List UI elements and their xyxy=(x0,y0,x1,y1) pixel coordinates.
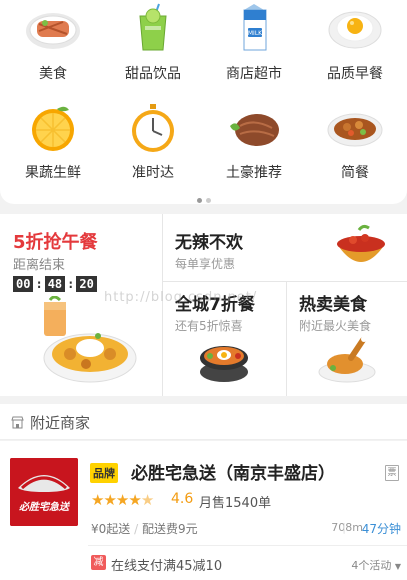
caret-down-icon: ▼ xyxy=(394,562,401,571)
page-dot xyxy=(205,198,211,203)
delivery-fee: 配送费9元 xyxy=(141,522,198,536)
promo-subtitle: 每单享优惠 xyxy=(175,257,236,271)
monthly-sales: 月售1540单 xyxy=(199,496,272,511)
star-icon: ★ xyxy=(91,491,104,509)
flash-sale-subtitle: 距离结束 xyxy=(13,258,66,273)
activity-toggle[interactable]: 4个活动 ▼ xyxy=(351,557,401,573)
delivery-info: ¥0起送 / 配送费9元 xyxy=(91,522,198,536)
steak-icon xyxy=(230,114,279,146)
separator: | xyxy=(342,521,346,534)
category-label: 美食 xyxy=(39,66,67,82)
logo-text: 必胜宅急送 xyxy=(19,501,71,513)
merchant-card[interactable]: 必胜宅急送 品牌 必胜宅急送（南京丰盛店） 票 ★★★★★ 4.6 月售1540… xyxy=(0,441,407,580)
svg-text:MILK: MILK xyxy=(248,30,263,37)
star-icon: ★ xyxy=(115,491,129,509)
food-plate-icon xyxy=(26,13,80,49)
discount-badge: 减 xyxy=(91,555,106,570)
watermark: http://blog.csdn.net/ xyxy=(104,290,258,305)
half-star-icon: ★ xyxy=(140,491,154,509)
drink-cup-icon xyxy=(139,3,167,51)
category-label: 土豪推荐 xyxy=(226,165,282,181)
promo-subtitle: 还有5折惊喜 xyxy=(175,319,243,333)
rice-bowl-icon xyxy=(327,113,383,147)
merchant-name: 必胜宅急送（南京丰盛店） xyxy=(131,464,335,484)
page-indicator xyxy=(0,188,407,207)
star-icon: ★ xyxy=(103,491,116,509)
invoice-icon: 票 xyxy=(385,465,399,481)
orange-icon xyxy=(32,106,74,151)
flash-sale-title: 5折抢午餐 xyxy=(13,232,98,253)
distance: 708m xyxy=(331,521,363,534)
bibimbap-bowl-icon xyxy=(200,346,248,382)
rating-value: 4.6 xyxy=(171,491,194,507)
promo-section: 5折抢午餐 距离结束 00:48:20 无辣不欢 每单享优惠 全城7折餐 还有5… xyxy=(0,214,407,396)
pizza-hut-logo: 必胜宅急送 xyxy=(10,458,78,526)
promo-card-spicy[interactable]: 无辣不欢 每单享优惠 xyxy=(163,214,407,281)
delivery-time: 47分钟 xyxy=(361,522,401,536)
nearby-title: 附近商家 xyxy=(30,414,91,432)
flash-sale-card[interactable]: 5折抢午餐 距离结束 00:48:20 xyxy=(0,214,162,396)
roast-chicken-icon xyxy=(318,336,376,383)
category-grid: 美食 甜品饮品 MILK 商店超市 品质早餐 果蔬生鲜 准时达 土豪推荐 简餐 xyxy=(0,0,407,204)
nearby-header: 附近商家 xyxy=(0,404,407,440)
countdown-hours: 00 xyxy=(13,276,34,292)
spicy-bowl-icon xyxy=(337,224,385,262)
divider xyxy=(88,545,407,546)
fried-egg-icon xyxy=(328,11,382,49)
category-label: 商店超市 xyxy=(226,66,282,82)
promo-title: 热卖美食 xyxy=(299,295,367,315)
category-label: 果蔬生鲜 xyxy=(25,165,81,181)
promo-card-hot[interactable]: 热卖美食 附近最火美食 xyxy=(287,282,407,396)
promo-subtitle: 附近最火美食 xyxy=(299,319,372,333)
star-icon: ★ xyxy=(128,491,141,509)
store-icon xyxy=(11,416,24,429)
countdown-minutes: 48 xyxy=(44,276,66,292)
brand-badge: 品牌 xyxy=(90,463,118,483)
activity-count: 4个活动 xyxy=(351,559,392,572)
activity-text: 在线支付满45减10 xyxy=(111,559,223,574)
category-label: 准时达 xyxy=(132,165,174,181)
category-label: 简餐 xyxy=(341,165,369,181)
stopwatch-icon xyxy=(132,104,174,152)
milk-carton-icon: MILK xyxy=(243,4,267,51)
page-dot xyxy=(196,198,202,203)
countdown-timer: 00:48:20 xyxy=(13,276,97,292)
rating-stars: ★★★★★ xyxy=(91,491,154,509)
min-order: ¥0起送 xyxy=(91,522,131,536)
chicken-rice-plate-icon xyxy=(43,296,137,383)
category-label: 甜品饮品 xyxy=(125,66,181,82)
category-label: 品质早餐 xyxy=(327,66,383,82)
promo-title: 无辣不欢 xyxy=(175,233,243,253)
countdown-seconds: 20 xyxy=(76,276,97,292)
merchant-logo: 必胜宅急送 xyxy=(10,458,78,526)
